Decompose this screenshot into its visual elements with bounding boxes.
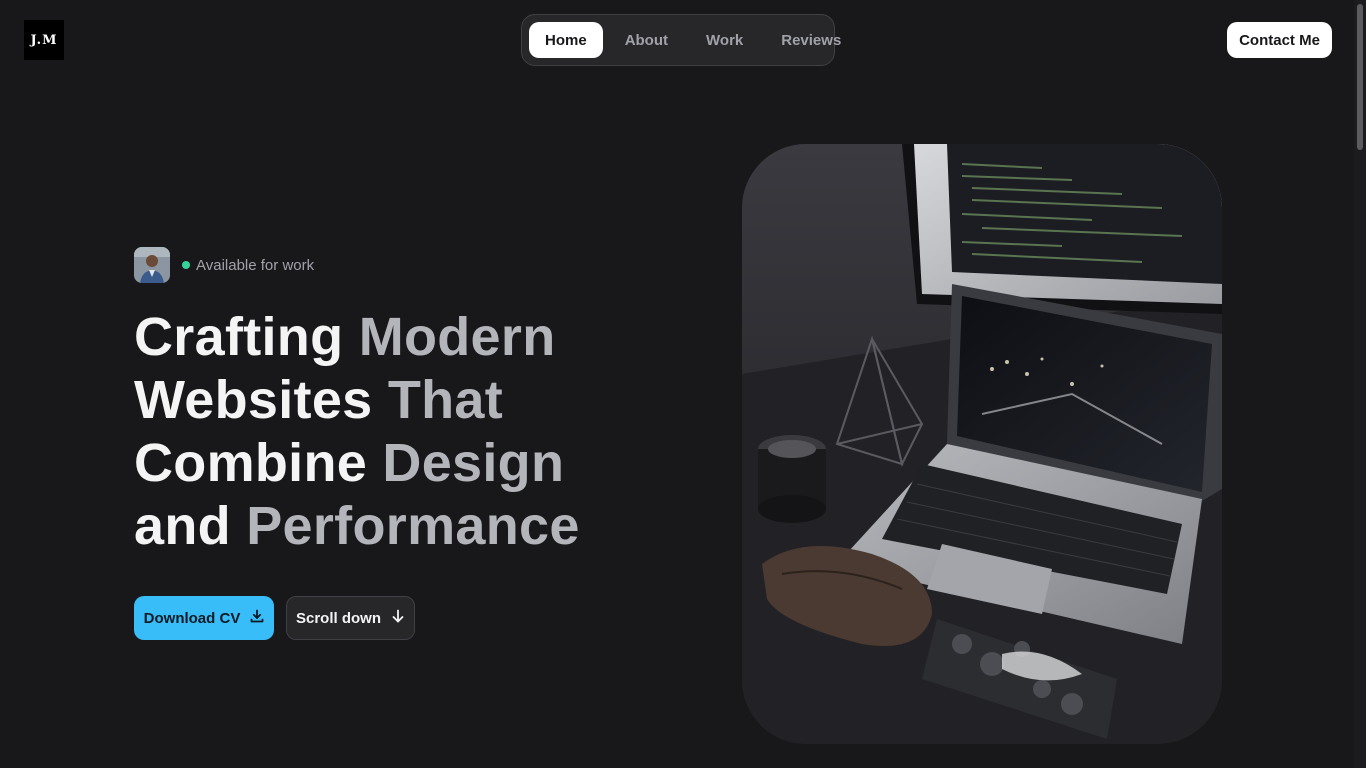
- arrow-down-icon: [391, 609, 405, 627]
- avatar: [134, 247, 170, 283]
- headline-muted: Modern: [358, 307, 556, 367]
- logo-text: J.M: [30, 32, 58, 48]
- nav-about-label: About: [624, 31, 669, 49]
- hero-headline: Crafting Modern Websites That Combine De…: [134, 306, 654, 558]
- headline-muted: That: [387, 370, 503, 430]
- hero-image: [742, 144, 1222, 744]
- logo[interactable]: J.M: [24, 20, 64, 60]
- contact-button-label: Contact Me: [1239, 31, 1320, 49]
- nav-work[interactable]: Work: [690, 22, 759, 58]
- availability-status: Available for work: [134, 247, 314, 283]
- nav-home-label: Home: [545, 31, 587, 49]
- scrollbar-thumb[interactable]: [1357, 4, 1363, 150]
- download-icon: [250, 609, 264, 627]
- headline-strong: Crafting: [134, 307, 344, 367]
- headline-line-4: and Performance: [134, 495, 654, 558]
- scroll-down-button[interactable]: Scroll down: [286, 596, 415, 640]
- contact-button[interactable]: Contact Me: [1227, 22, 1332, 58]
- nav-about[interactable]: About: [609, 22, 684, 58]
- nav-home[interactable]: Home: [529, 22, 603, 58]
- main-nav: Home About Work Reviews: [521, 14, 841, 66]
- nav-work-label: Work: [706, 31, 744, 49]
- page: J.M Home About Work Reviews Contact Me A…: [0, 0, 1366, 768]
- download-cv-button[interactable]: Download CV: [134, 596, 274, 640]
- headline-line-1: Crafting Modern: [134, 306, 654, 369]
- headline-muted: Design: [382, 433, 565, 493]
- headline-strong: and: [134, 496, 231, 556]
- status-text: Available for work: [196, 256, 315, 274]
- nav-reviews[interactable]: Reviews: [765, 22, 857, 58]
- headline-line-3: Combine Design: [134, 432, 654, 495]
- headline-muted: Performance: [246, 496, 580, 556]
- headline-line-2: Websites That: [134, 369, 654, 432]
- headline-strong: Websites: [134, 370, 373, 430]
- nav-reviews-label: Reviews: [781, 31, 842, 49]
- page-scrollbar[interactable]: [1354, 0, 1366, 768]
- download-cv-label: Download CV: [143, 609, 241, 627]
- status-dot: [182, 261, 190, 269]
- headline-strong: Combine: [134, 433, 368, 493]
- scroll-down-label: Scroll down: [295, 609, 381, 627]
